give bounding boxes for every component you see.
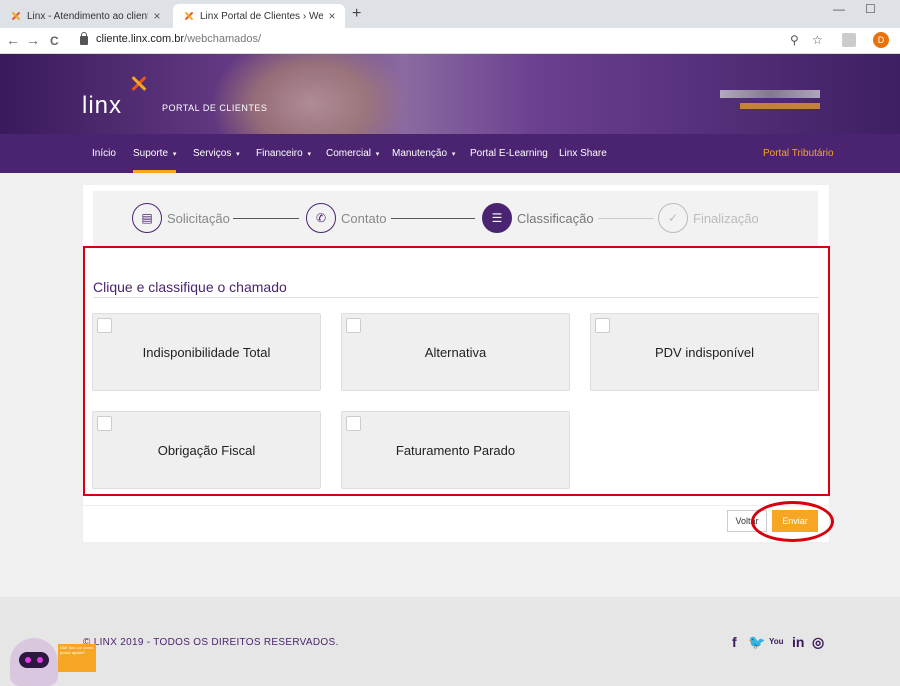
caret-down-icon: ▾ xyxy=(307,151,311,158)
address-bar: ← → C cliente.linx.com.br/webchamados/ ⚲… xyxy=(0,28,900,54)
copyright-text: © LINX 2019 - TODOS OS DIREITOS RESERVAD… xyxy=(83,637,339,648)
nav-item-manutencao[interactable]: Manutenção ▾ xyxy=(392,134,455,173)
tab-label: Linx - Atendimento ao cliente xyxy=(27,10,148,22)
browser-tab-atendimento[interactable]: Linx - Atendimento ao cliente × xyxy=(0,4,170,28)
tab-close-icon[interactable]: × xyxy=(148,9,166,23)
chatbot-eye xyxy=(37,657,43,663)
new-tab-button[interactable]: + xyxy=(352,5,361,23)
check-circle-icon: ✓ xyxy=(658,203,688,233)
section-divider xyxy=(93,297,819,298)
linx-favicon-icon xyxy=(10,10,22,22)
chatbot-visor xyxy=(19,652,49,668)
user-company-redacted xyxy=(740,103,820,109)
extension-icon[interactable] xyxy=(842,33,856,47)
highlight-ellipse-submit xyxy=(751,501,834,542)
user-name-redacted xyxy=(720,90,820,98)
minimize-icon[interactable]: — xyxy=(833,2,845,16)
option-pdv-indisponivel[interactable]: PDV indisponível xyxy=(590,313,819,391)
section-title: Clique e classifique o chamado xyxy=(93,279,287,295)
option-label: Indisponibilidade Total xyxy=(142,344,271,360)
option-indisponibilidade-total[interactable]: Indisponibilidade Total xyxy=(92,313,321,391)
search-icon[interactable]: ⚲ xyxy=(790,33,799,47)
step-label-contato: Contato xyxy=(341,211,387,226)
nav-item-elearning[interactable]: Portal E-Learning xyxy=(470,134,548,173)
option-label: Faturamento Parado xyxy=(395,442,516,458)
browser-tab-webchamados[interactable]: Linx Portal de Clientes › Webchamados × xyxy=(173,4,345,28)
chatbot-eye xyxy=(25,657,31,663)
option-label: Obrigação Fiscal xyxy=(157,442,256,458)
phone-icon: ✆ xyxy=(306,203,336,233)
option-alternativa[interactable]: Alternativa xyxy=(341,313,570,391)
linkedin-icon[interactable]: in xyxy=(792,634,804,650)
twitter-icon[interactable]: 🐦 xyxy=(748,634,765,651)
maximize-icon[interactable]: ☐ xyxy=(865,2,876,16)
tab-close-icon[interactable]: × xyxy=(323,9,341,23)
nav-item-comercial[interactable]: Comercial ▾ xyxy=(326,134,379,173)
option-label: PDV indisponível xyxy=(655,344,754,360)
star-icon[interactable]: ☆ xyxy=(812,33,823,47)
step-label-solicitacao: Solicitação xyxy=(167,211,230,226)
linx-logo-mark-icon xyxy=(130,72,150,92)
step-label-classificacao: Classificação xyxy=(517,211,594,226)
facebook-icon[interactable]: f xyxy=(732,634,737,650)
browser-tab-bar: Linx - Atendimento ao cliente × Linx Por… xyxy=(0,0,900,28)
youtube-icon[interactable]: You xyxy=(769,637,784,646)
linx-logo[interactable]: linx xyxy=(82,92,122,120)
step-connector xyxy=(233,218,299,219)
main-navbar: Início Suporte ▾ Serviços ▾ Financeiro ▾… xyxy=(0,134,900,173)
option-obrigacao-fiscal[interactable]: Obrigação Fiscal xyxy=(92,411,321,489)
url-host: cliente.linx.com.br xyxy=(96,33,185,45)
chatbot-avatar[interactable] xyxy=(10,638,58,686)
profile-avatar[interactable]: D xyxy=(873,32,889,48)
progress-stepper: ▤ Solicitação ✆ Contato ☰ Classificação … xyxy=(93,191,818,247)
forward-arrow-icon[interactable]: → xyxy=(26,32,40,48)
chatbot-bubble[interactable]: Olá! Sou Lu! como posso ajudar? xyxy=(58,644,96,672)
hero-photo xyxy=(210,54,410,134)
step-connector xyxy=(598,218,654,219)
linx-favicon-icon xyxy=(183,10,195,22)
step-label-finalizacao: Finalização xyxy=(693,211,759,226)
option-faturamento-parado[interactable]: Faturamento Parado xyxy=(341,411,570,489)
nav-item-linx-share[interactable]: Linx Share xyxy=(559,134,607,173)
checklist-icon: ☰ xyxy=(482,203,512,233)
back-arrow-icon[interactable]: ← xyxy=(6,32,20,48)
step-connector xyxy=(391,218,475,219)
tab-label: Linx Portal de Clientes › Webchamados xyxy=(200,10,323,22)
nav-item-financeiro[interactable]: Financeiro ▾ xyxy=(256,134,311,173)
url-field[interactable]: cliente.linx.com.br/webchamados/ xyxy=(80,31,262,45)
actions-divider xyxy=(83,505,829,506)
caret-down-icon: ▾ xyxy=(236,151,240,158)
caret-down-icon: ▾ xyxy=(172,151,177,158)
nav-item-suporte[interactable]: Suporte ▾ xyxy=(133,134,177,173)
document-icon: ▤ xyxy=(132,203,162,233)
nav-link-portal-tributario[interactable]: Portal Tributário xyxy=(763,134,834,173)
instagram-icon[interactable]: ◎ xyxy=(812,634,824,651)
caret-down-icon: ▾ xyxy=(451,151,456,158)
portal-subtitle: PORTAL DE CLIENTES xyxy=(162,103,268,113)
nav-item-servicos[interactable]: Serviços ▾ xyxy=(193,134,240,173)
url-path: /webchamados/ xyxy=(184,33,262,45)
option-label: Alternativa xyxy=(424,344,487,360)
nav-item-inicio[interactable]: Início xyxy=(92,134,116,173)
caret-down-icon: ▾ xyxy=(375,151,380,158)
lock-icon xyxy=(80,31,88,45)
reload-icon[interactable]: C xyxy=(50,34,59,48)
